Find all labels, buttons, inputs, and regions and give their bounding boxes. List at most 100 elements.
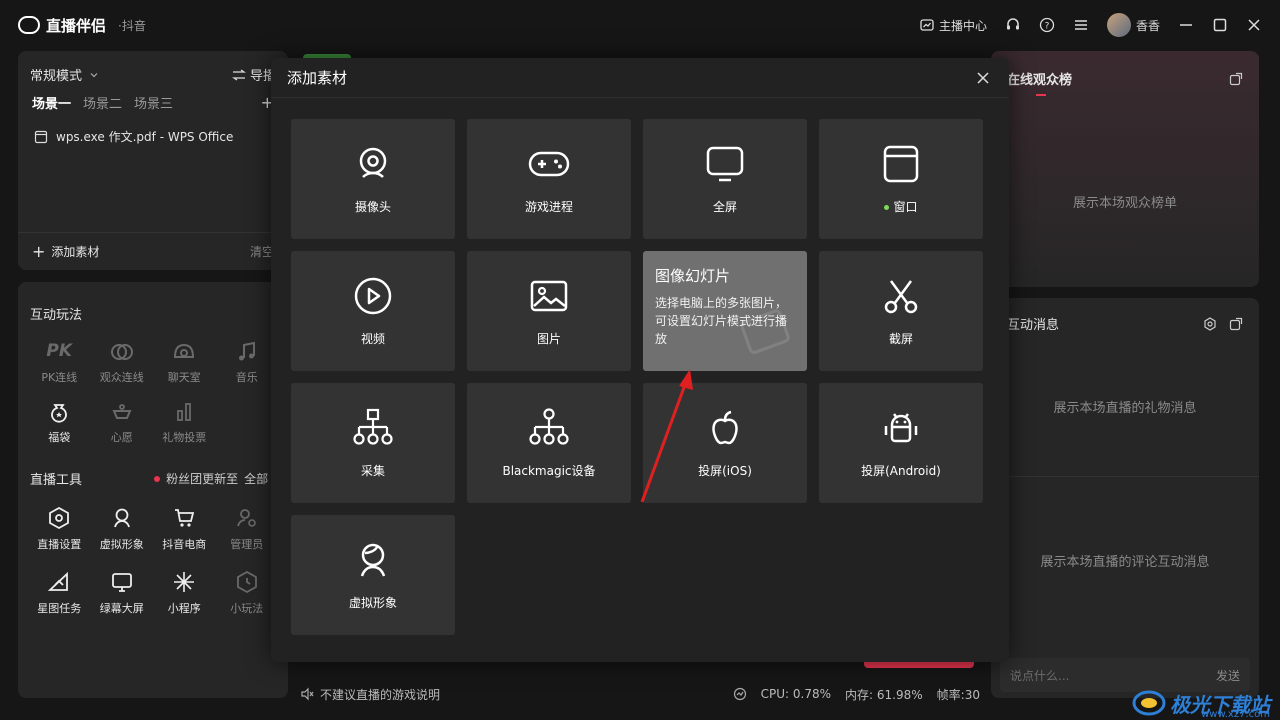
tools-notice: 粉丝团更新至 bbox=[166, 472, 239, 486]
memory-usage: 内存: 61.98% bbox=[845, 687, 923, 702]
tile-window[interactable]: 窗口 bbox=[819, 119, 983, 239]
cart-icon bbox=[175, 509, 195, 527]
chevron-down-icon[interactable] bbox=[88, 69, 100, 81]
help-icon[interactable]: ? bbox=[1039, 17, 1055, 33]
mini-game-button[interactable]: 小玩法 bbox=[216, 570, 279, 616]
scissors-icon bbox=[884, 279, 918, 313]
tile-ios-cast[interactable]: 投屏(iOS) bbox=[643, 383, 807, 503]
headset-icon[interactable] bbox=[1005, 17, 1021, 33]
tile-camera-label: 摄像头 bbox=[354, 199, 391, 214]
tile-video-label: 视频 bbox=[360, 331, 385, 346]
wish-button[interactable]: 心愿 bbox=[91, 401, 154, 445]
tile-image[interactable]: 图片 bbox=[467, 251, 631, 371]
tile-blackmagic[interactable]: Blackmagic设备 bbox=[467, 383, 631, 503]
notice-dot bbox=[154, 475, 161, 482]
gift-vote-button[interactable]: 礼物投票 bbox=[153, 401, 216, 445]
svg-text:?: ? bbox=[1045, 22, 1050, 32]
mode-select[interactable]: 常规模式 bbox=[30, 65, 82, 84]
device-tree-icon bbox=[529, 407, 569, 445]
admin-label: 管理员 bbox=[230, 538, 264, 551]
messages-title: 互动消息 bbox=[1007, 318, 1060, 333]
tile-camera[interactable]: 摄像头 bbox=[291, 119, 455, 239]
settings-icon[interactable] bbox=[1203, 316, 1217, 331]
tools-title: 直播工具 bbox=[30, 473, 83, 488]
star-task-icon bbox=[47, 571, 69, 591]
pk-icon: PK bbox=[46, 341, 73, 361]
virtual-avatar-button[interactable]: 虚拟形象 bbox=[91, 506, 154, 552]
menu-icon[interactable] bbox=[1073, 17, 1089, 33]
app-logo: 直播伴侣 ·抖音 bbox=[18, 15, 146, 36]
tile-fullscreen[interactable]: 全屏 bbox=[643, 119, 807, 239]
close-icon bbox=[977, 71, 989, 84]
tile-virtual-avatar[interactable]: 虚拟形象 bbox=[291, 515, 455, 635]
chatroom-label: 聊天室 bbox=[167, 371, 201, 384]
admin-button[interactable]: 管理员 bbox=[216, 506, 279, 552]
tile-video[interactable]: 视频 bbox=[291, 251, 455, 371]
dialog-close-button[interactable] bbox=[973, 68, 993, 88]
star-task-button[interactable]: 星图任务 bbox=[28, 570, 91, 616]
window-icon bbox=[883, 145, 919, 182]
wish-label: 心愿 bbox=[110, 431, 133, 444]
chat-input[interactable]: 说点什么... 发送 bbox=[1000, 658, 1250, 692]
title-bar: 直播伴侣 ·抖音 主播中心 ? 香香 bbox=[0, 0, 1280, 50]
anchor-center-button[interactable]: 主播中心 bbox=[920, 17, 987, 34]
watermark-logo-icon bbox=[1132, 690, 1166, 716]
tile-game-process[interactable]: 游戏进程 bbox=[467, 119, 631, 239]
music-icon bbox=[238, 341, 255, 361]
chatroom-button[interactable]: 聊天室 bbox=[153, 341, 216, 385]
ecommerce-label: 抖音电商 bbox=[162, 538, 207, 551]
app-platform: ·抖音 bbox=[118, 18, 146, 33]
status-bar: 不建议直播的游戏说明 CPU: 0.78% 内存: 61.98% 帧率:30 bbox=[300, 682, 980, 706]
pk-link-label: PK连线 bbox=[41, 371, 78, 384]
tile-capture[interactable]: 采集 bbox=[291, 383, 455, 503]
popout-icon[interactable] bbox=[1229, 317, 1243, 331]
source-item[interactable]: wps.exe 作文.pdf - WPS Office bbox=[18, 112, 288, 145]
start-live-button-edge[interactable] bbox=[864, 662, 974, 668]
user-profile[interactable]: 香香 bbox=[1106, 13, 1160, 37]
avatar bbox=[1106, 13, 1131, 37]
ecommerce-button[interactable]: 抖音电商 bbox=[153, 506, 216, 552]
watermark-url: www.xz7.com bbox=[1201, 709, 1270, 720]
frame-rate: 帧率:30 bbox=[936, 687, 980, 702]
tile-android-cast[interactable]: 投屏(Android) bbox=[819, 383, 983, 503]
title-underline bbox=[1036, 94, 1046, 96]
green-screen-button[interactable]: 绿幕大屏 bbox=[91, 570, 154, 616]
tab-scene-1[interactable]: 场景一 bbox=[32, 93, 71, 112]
tile-slideshow[interactable]: 图像幻灯片 选择电脑上的多张图片，可设置幻灯片模式进行播放 bbox=[643, 251, 807, 371]
maximize-icon[interactable] bbox=[1212, 17, 1228, 33]
lucky-bag-icon bbox=[51, 404, 68, 423]
popout-icon[interactable] bbox=[1229, 72, 1243, 86]
tab-scene-3[interactable]: 场景三 bbox=[134, 93, 173, 112]
anchor-center-label: 主播中心 bbox=[938, 18, 987, 33]
chart-icon bbox=[920, 19, 934, 31]
tab-scene-2[interactable]: 场景二 bbox=[83, 93, 122, 112]
comment-empty: 展示本场直播的评论互动消息 bbox=[1040, 555, 1210, 570]
link-icon bbox=[110, 344, 133, 360]
live-settings-button[interactable]: 直播设置 bbox=[28, 506, 91, 552]
minimize-icon[interactable] bbox=[1178, 17, 1194, 33]
tile-fullscreen-label: 全屏 bbox=[712, 199, 737, 214]
music-button[interactable]: 音乐 bbox=[216, 341, 279, 385]
interactive-title: 互动玩法 bbox=[30, 308, 83, 323]
divider bbox=[991, 476, 1259, 477]
bar-chart-icon bbox=[177, 403, 192, 421]
guide-button[interactable]: 导播 bbox=[232, 65, 276, 84]
live-settings-label: 直播设置 bbox=[37, 538, 82, 551]
lucky-bag-button[interactable]: 福袋 bbox=[28, 401, 91, 445]
apple-icon bbox=[712, 410, 738, 444]
tile-window-label: 窗口 bbox=[893, 199, 918, 214]
close-icon[interactable] bbox=[1246, 17, 1262, 33]
mini-program-label: 小程序 bbox=[167, 602, 201, 615]
send-button[interactable]: 发送 bbox=[1216, 667, 1240, 684]
tools-all-link[interactable]: 全部 bbox=[244, 470, 268, 487]
game-notice-link[interactable]: 不建议直播的游戏说明 bbox=[320, 686, 440, 703]
pk-link-button[interactable]: PK PK连线 bbox=[28, 341, 91, 385]
speaker-muted-icon bbox=[301, 687, 314, 701]
avatar-icon bbox=[360, 543, 386, 576]
audience-link-button[interactable]: 观众连线 bbox=[91, 341, 154, 385]
mini-program-button[interactable]: 小程序 bbox=[153, 570, 216, 616]
cpu-usage: CPU: 0.78% bbox=[760, 687, 832, 701]
tile-screenshot[interactable]: 截屏 bbox=[819, 251, 983, 371]
add-source-button[interactable]: + 添加素材 bbox=[32, 242, 99, 261]
image-icon bbox=[530, 280, 568, 311]
